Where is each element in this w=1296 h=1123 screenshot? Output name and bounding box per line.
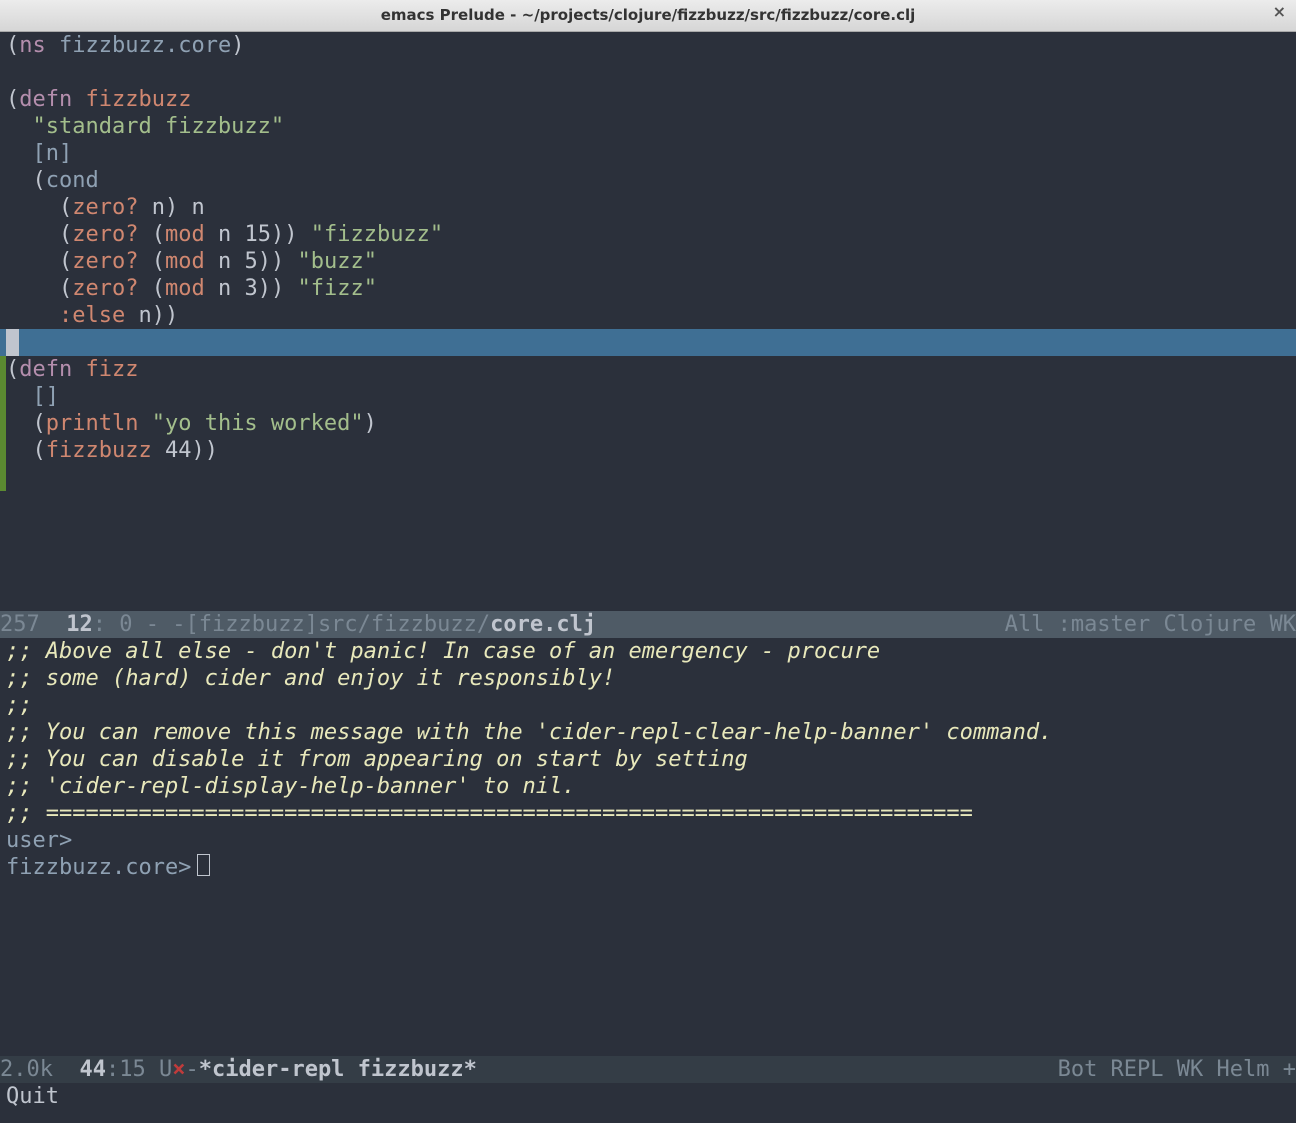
zero?-call: zero? xyxy=(72,222,138,247)
mod-call: mod xyxy=(165,249,205,274)
num-15: 15 xyxy=(244,222,271,247)
docstring: "standard fizzbuzz" xyxy=(33,114,285,139)
arg-n: n xyxy=(218,276,231,301)
str-fizzbuzz: "fizzbuzz" xyxy=(311,222,443,247)
arglist: [n] xyxy=(33,141,73,166)
repl-cursor xyxy=(197,854,210,876)
close-icon[interactable]: × xyxy=(1273,4,1286,20)
encoding-flag: U xyxy=(146,1056,173,1083)
hl-line xyxy=(0,329,1296,356)
fizzbuzz-call: fizzbuzz xyxy=(46,438,152,463)
num-5: 5 xyxy=(244,249,257,274)
editor-window-core[interactable]: (ns fizzbuzz.core) (defn fizzbuzz "stand… xyxy=(0,32,1296,611)
modeline-bottom[interactable]: 2.0k 44:15 U×-*cider-repl fizzbuzz* Bot … xyxy=(0,1056,1296,1083)
buffer-size: 257 xyxy=(0,611,40,638)
filename: core.clj xyxy=(490,611,596,638)
modified-icon: × xyxy=(172,1056,185,1083)
line-number: 12 xyxy=(66,611,93,638)
ret-n: n xyxy=(191,195,204,220)
str-buzz: "buzz" xyxy=(297,249,376,274)
modeline-right: Bot REPL WK Helm + xyxy=(1058,1056,1296,1083)
code-buffer[interactable]: (ns fizzbuzz.core) (defn fizzbuzz "stand… xyxy=(0,32,1296,464)
col-number: 0 xyxy=(119,611,132,638)
repl-comment: ;; You can disable it from appearing on … xyxy=(6,747,748,772)
ret-n: n xyxy=(138,303,151,328)
println-call: println xyxy=(46,411,139,436)
minibuffer[interactable]: Quit xyxy=(0,1083,1296,1123)
arg-n: n xyxy=(218,249,231,274)
diff-fringe-mark xyxy=(0,356,6,491)
mod-call: mod xyxy=(165,222,205,247)
repl-prompt-ns: fizzbuzz.core> xyxy=(6,855,191,880)
repl-prompt-user: user> xyxy=(6,828,72,853)
line-number: 44 xyxy=(79,1056,106,1083)
num-3: 3 xyxy=(244,276,257,301)
defn-keyword: defn xyxy=(19,357,72,382)
project-name: [fizzbuzz] xyxy=(185,611,317,638)
else-keyword: :else xyxy=(59,303,125,328)
defn-keyword: defn xyxy=(19,87,72,112)
repl-comment: ;; xyxy=(6,693,33,718)
mod-call: mod xyxy=(165,276,205,301)
path: src/fizzbuzz/ xyxy=(318,611,490,638)
num-44: 44 xyxy=(165,438,192,463)
flags: - - xyxy=(133,611,186,638)
arg-n: n xyxy=(152,195,165,220)
dash: - xyxy=(185,1056,198,1083)
fn-name: fizzbuzz xyxy=(85,87,191,112)
repl-window[interactable]: ;; Above all else - don't panic! In case… xyxy=(0,638,1296,1056)
arglist: [] xyxy=(33,384,60,409)
cond-keyword: cond xyxy=(46,168,99,193)
filename: *cider-repl fizzbuzz* xyxy=(199,1056,477,1083)
str-fizz: "fizz" xyxy=(297,276,376,301)
col-number: 15 xyxy=(119,1056,146,1083)
zero?-call: zero? xyxy=(72,249,138,274)
window-titlebar[interactable]: emacs Prelude - ~/projects/clojure/fizzb… xyxy=(0,0,1296,32)
buffer-size: 2.0k xyxy=(0,1056,53,1083)
ns-keyword: ns xyxy=(19,33,46,58)
zero?-call: zero? xyxy=(72,195,138,220)
emacs-frame: (ns fizzbuzz.core) (defn fizzbuzz "stand… xyxy=(0,32,1296,1123)
fn-name: fizz xyxy=(85,357,138,382)
window-title: emacs Prelude - ~/projects/clojure/fizzb… xyxy=(0,2,1296,29)
modeline-right: All :master Clojure WK xyxy=(1005,611,1296,638)
modeline-top[interactable]: 257 12: 0 - -[fizzbuzz]src/fizzbuzz/core… xyxy=(0,611,1296,638)
repl-comment: ;; Above all else - don't panic! In case… xyxy=(6,639,880,664)
repl-comment: ;; =====================================… xyxy=(6,801,973,826)
str-yo: "yo this worked" xyxy=(152,411,364,436)
minibuffer-message: Quit xyxy=(6,1084,59,1109)
zero?-call: zero? xyxy=(72,276,138,301)
arg-n: n xyxy=(218,222,231,247)
cursor xyxy=(6,329,19,356)
ns-name: fizzbuzz.core xyxy=(59,33,231,58)
repl-comment: ;; 'cider-repl-display-help-banner' to n… xyxy=(6,774,576,799)
repl-buffer[interactable]: ;; Above all else - don't panic! In case… xyxy=(0,638,1296,881)
repl-comment: ;; You can remove this message with the … xyxy=(6,720,1052,745)
repl-comment: ;; some (hard) cider and enjoy it respon… xyxy=(6,666,615,691)
